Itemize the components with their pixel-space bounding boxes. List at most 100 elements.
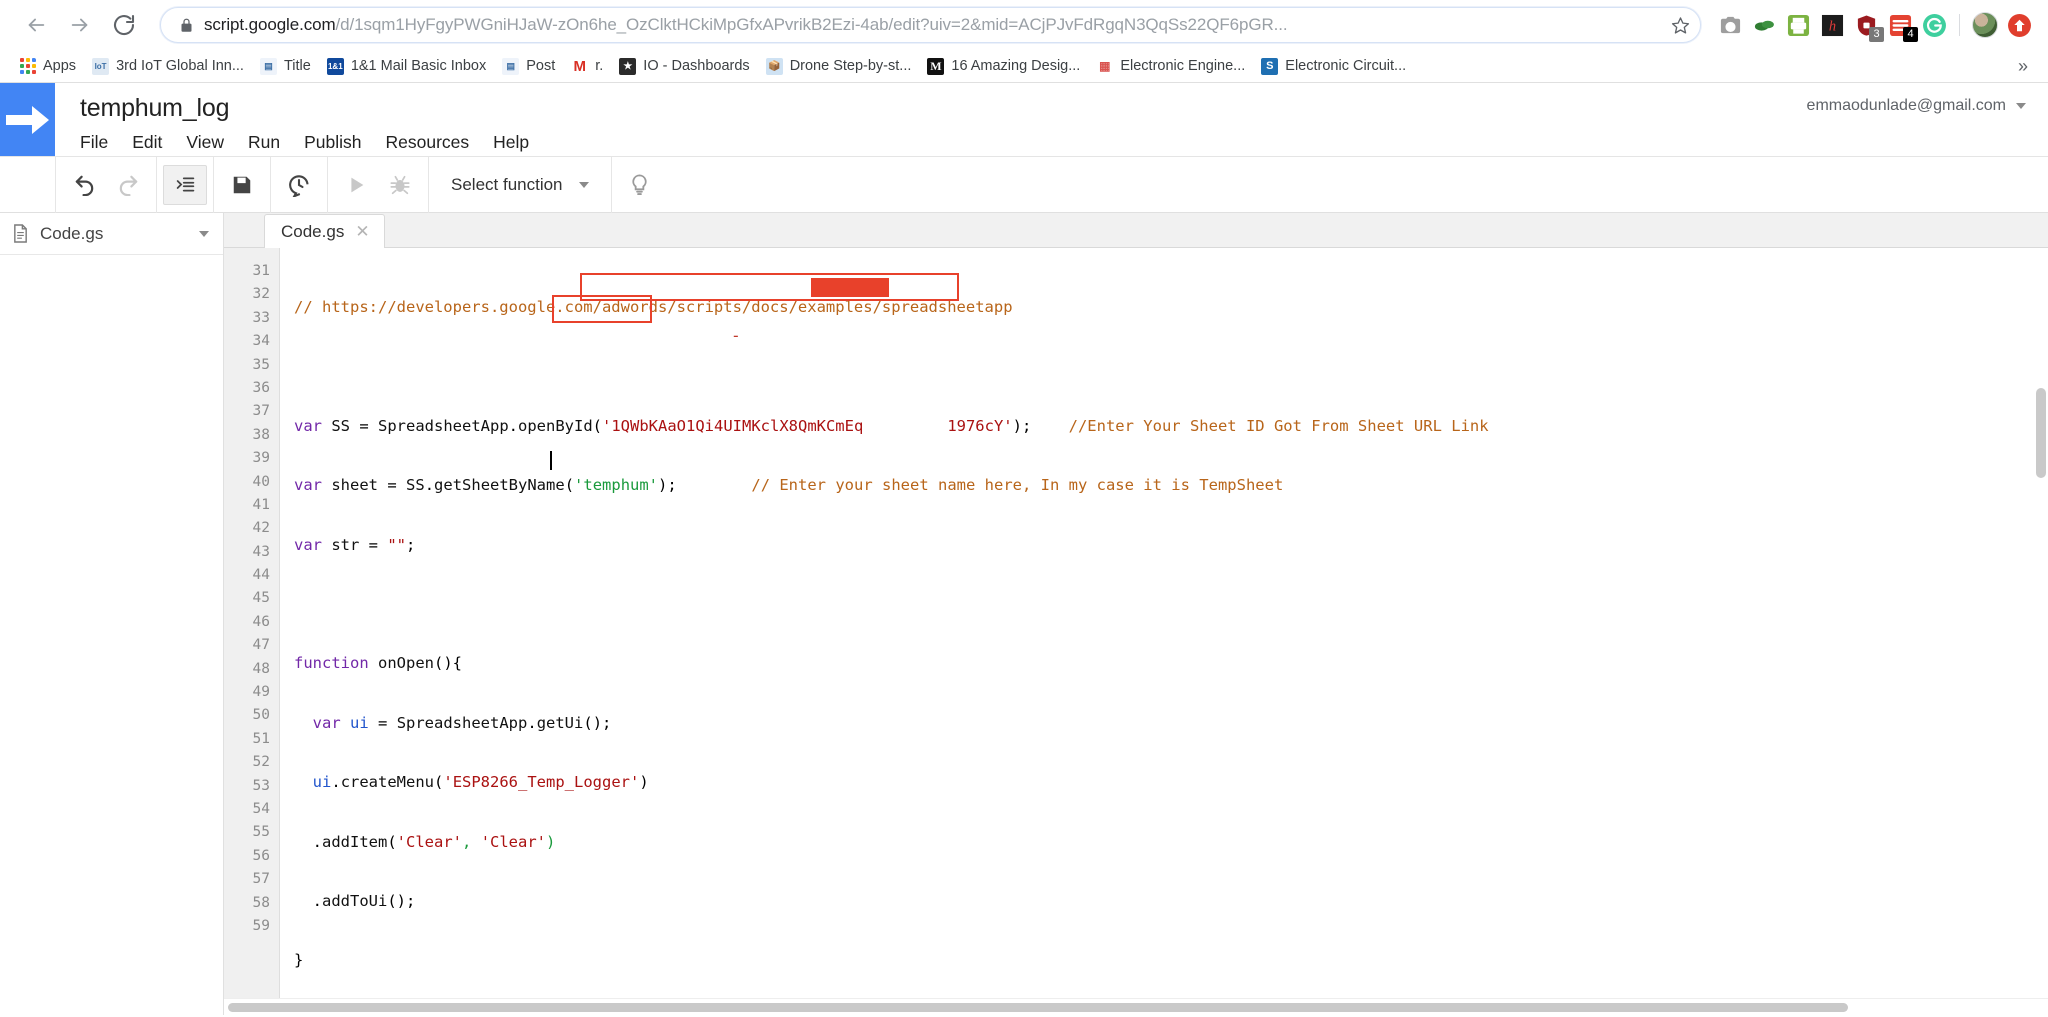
bookmark-label: 16 Amazing Desig... xyxy=(951,58,1080,74)
code-line-33: var SS = SpreadsheetApp.openById('1QWbKA… xyxy=(294,415,2048,438)
browser-nav-bar: script.google.com/d/1sqm1HyFgyPWGniHJaW-… xyxy=(0,0,2048,50)
mail-favicon: 1&1 xyxy=(327,58,344,75)
line-number: 46 xyxy=(224,611,279,634)
apps-grid-icon xyxy=(19,58,36,75)
bookmark-iot-global-inn[interactable]: IoT 3rd IoT Global Inn... xyxy=(85,55,251,78)
tab-code-gs[interactable]: Code.gs ✕ xyxy=(264,214,385,248)
horizontal-scrollbar-thumb[interactable] xyxy=(228,1003,1848,1012)
bookmarks-bar: Apps IoT 3rd IoT Global Inn... ▤ Title 1… xyxy=(0,50,2048,82)
back-icon[interactable] xyxy=(14,3,58,47)
lock-icon xyxy=(179,18,194,33)
bookmark-label: Drone Step-by-st... xyxy=(790,58,912,74)
bookmark-post[interactable]: ▤ Post xyxy=(495,55,562,78)
h-italic-icon[interactable]: h xyxy=(1817,10,1847,40)
money-icon[interactable] xyxy=(1749,10,1779,40)
reload-icon[interactable] xyxy=(102,3,146,47)
line-number: 36 xyxy=(224,377,279,400)
blueprint-favicon: ▤ xyxy=(260,58,277,75)
line-number: 40 xyxy=(224,471,279,494)
lightbulb-icon[interactable] xyxy=(618,165,662,205)
code-line-35: var str = ""; xyxy=(294,534,2048,557)
profile-avatar[interactable] xyxy=(1970,10,2000,40)
indent-icon[interactable] xyxy=(163,165,207,205)
code-line-42: } xyxy=(294,949,2048,972)
apps-script-arrow-logo[interactable] xyxy=(0,83,55,156)
line-number: 49 xyxy=(224,681,279,704)
undo-icon[interactable] xyxy=(62,165,106,205)
editor-toolbar: Select function xyxy=(0,157,2048,213)
file-document-icon xyxy=(12,224,29,243)
line-number: 54 xyxy=(224,798,279,821)
line-number: 37 xyxy=(224,400,279,423)
line-number: 55 xyxy=(224,821,279,844)
bookmark-electronic-engineering[interactable]: ▦ Electronic Engine... xyxy=(1089,55,1252,78)
forward-icon[interactable] xyxy=(58,3,102,47)
shield-lock-icon[interactable]: 3 xyxy=(1851,10,1881,40)
address-bar[interactable]: script.google.com/d/1sqm1HyFgyPWGniHJaW-… xyxy=(160,7,1701,43)
line-number: 34 xyxy=(224,330,279,353)
bookmark-io-dashboards[interactable]: ★ IO - Dashboards xyxy=(612,55,756,78)
account-menu[interactable]: emmaodunlade@gmail.com xyxy=(1807,97,2026,115)
line-number: 35 xyxy=(224,354,279,377)
menu-help[interactable]: Help xyxy=(493,128,541,156)
menu-file[interactable]: File xyxy=(80,128,120,156)
menu-view[interactable]: View xyxy=(186,128,236,156)
run-play-icon[interactable] xyxy=(334,165,378,205)
bookmarks-overflow-button[interactable]: » xyxy=(2010,56,2036,77)
save-icon[interactable] xyxy=(220,165,264,205)
chevron-down-icon[interactable] xyxy=(199,231,209,237)
redo-icon[interactable] xyxy=(106,165,150,205)
clock-history-icon[interactable] xyxy=(277,165,321,205)
close-icon[interactable]: ✕ xyxy=(355,223,369,240)
electronics-favicon: ▦ xyxy=(1096,58,1113,75)
dashboard-favicon: ★ xyxy=(619,58,636,75)
star-icon[interactable] xyxy=(1671,16,1690,35)
bookmark-gmail[interactable]: M r. xyxy=(564,55,610,78)
line-number: 53 xyxy=(224,775,279,798)
text-caret xyxy=(550,451,552,470)
app-header: temphum_log File Edit View Run Publish R… xyxy=(0,83,2048,157)
debug-bug-icon[interactable] xyxy=(378,165,422,205)
code-line-39: ui.createMenu('ESP8266_Temp_Logger') xyxy=(294,771,2048,794)
menu-edit[interactable]: Edit xyxy=(132,128,174,156)
todoist-icon[interactable]: 4 xyxy=(1885,10,1915,40)
vertical-scrollbar-thumb[interactable] xyxy=(2036,388,2046,478)
line-number: 33 xyxy=(224,307,279,330)
code-scroll-area[interactable]: 31 32 33 34 35 36 37 38 39 40 41 42 43 4… xyxy=(224,248,2048,998)
line-number: 50 xyxy=(224,704,279,727)
menu-resources[interactable]: Resources xyxy=(386,128,482,156)
code-line-31: // https://developers.google.com/adwords… xyxy=(294,296,2048,319)
bookmark-apps[interactable]: Apps xyxy=(12,55,83,78)
page-title[interactable]: temphum_log xyxy=(80,93,2048,123)
bookmark-electronic-circuit[interactable]: S Electronic Circuit... xyxy=(1254,55,1413,78)
file-name: Code.gs xyxy=(40,224,188,244)
sidebar-item-code-gs[interactable]: Code.gs xyxy=(0,213,223,255)
line-number: 43 xyxy=(224,541,279,564)
dash-mark: - xyxy=(731,326,741,345)
iot-favicon: IoT xyxy=(92,58,109,75)
printer-icon[interactable] xyxy=(1783,10,1813,40)
editor-tabstrip: Code.gs ✕ xyxy=(224,213,2048,248)
bookmark-title[interactable]: ▤ Title xyxy=(253,55,318,78)
code-text[interactable]: // https://developers.google.com/adwords… xyxy=(280,248,2048,998)
blueprint-favicon: ▤ xyxy=(502,58,519,75)
menu-publish[interactable]: Publish xyxy=(304,128,373,156)
bookmark-amazing-designs[interactable]: M 16 Amazing Desig... xyxy=(920,55,1087,78)
horizontal-scrollbar[interactable] xyxy=(224,998,2048,1015)
menu-run[interactable]: Run xyxy=(248,128,292,156)
apps-script-app: temphum_log File Edit View Run Publish R… xyxy=(0,83,2048,1015)
camera-icon[interactable] xyxy=(1715,10,1745,40)
file-sidebar: Code.gs xyxy=(0,213,224,1015)
update-arrow-icon[interactable] xyxy=(2004,10,2034,40)
url-path: /d/1sqm1HyFgyPWGniHJaW-zOn6he_OzClktHCki… xyxy=(336,15,1288,34)
grammarly-icon[interactable] xyxy=(1919,10,1949,40)
medium-favicon: M xyxy=(927,58,944,75)
code-line-37: function onOpen(){ xyxy=(294,652,2048,675)
bookmark-mail-inbox[interactable]: 1&1 1&1 Mail Basic Inbox xyxy=(320,55,493,78)
bookmark-drone-step-by-step[interactable]: 📦 Drone Step-by-st... xyxy=(759,55,919,78)
line-number: 47 xyxy=(224,634,279,657)
select-function-dropdown[interactable]: Select function xyxy=(435,165,605,205)
select-function-label: Select function xyxy=(451,175,563,195)
line-number: 56 xyxy=(224,845,279,868)
tab-label: Code.gs xyxy=(281,222,344,242)
